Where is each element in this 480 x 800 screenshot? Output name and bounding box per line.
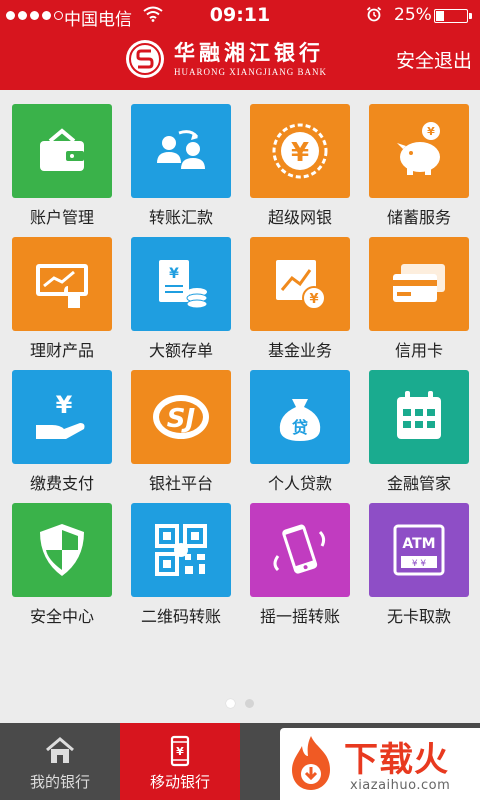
tile-label: 摇一摇转账	[259, 607, 340, 626]
service-tile[interactable]: 账户管理	[12, 104, 112, 227]
service-tile[interactable]: ¥ 大额存单	[131, 237, 231, 360]
svg-text:¥: ¥	[176, 745, 184, 758]
svg-text:贷: 贷	[292, 418, 308, 437]
tab-label: 我的银行	[29, 773, 90, 791]
tile-icon-box	[250, 503, 350, 597]
home-icon	[46, 737, 74, 763]
alarm-icon	[366, 6, 382, 22]
atm-icon: ATM ¥ ¥	[393, 524, 445, 576]
bank-name-en: HUARONG XIANGJIANG BANK	[174, 66, 327, 77]
page-dot[interactable]	[226, 699, 235, 708]
chart-board-icon	[36, 264, 88, 308]
tile-label: 缴费支付	[29, 474, 94, 493]
svg-text:¥: ¥	[309, 292, 318, 307]
service-tile[interactable]: ¥ 储蓄服务	[369, 104, 469, 227]
payment-hand-icon: ¥	[36, 391, 85, 439]
tile-label: 账户管理	[29, 208, 94, 227]
page-dot[interactable]	[245, 699, 254, 708]
tile-icon-box	[369, 370, 469, 464]
service-tile[interactable]: 信用卡	[369, 237, 469, 360]
tile-icon-box	[12, 237, 112, 331]
battery-percent: 25%	[394, 5, 432, 25]
fund-chart-icon: ¥	[276, 260, 326, 310]
tile-label: 储蓄服务	[386, 208, 451, 227]
service-tile[interactable]: 二维码转账	[131, 503, 231, 626]
mobile-yuan-icon: ¥	[170, 735, 190, 767]
tile-icon-box	[12, 503, 112, 597]
service-tile[interactable]: ¥ 超级网银	[250, 104, 350, 227]
svg-text:¥: ¥	[427, 125, 435, 138]
svg-text:¥: ¥	[56, 391, 73, 419]
deposit-certificate-icon: ¥	[159, 260, 208, 309]
tile-label: 理财产品	[29, 341, 94, 360]
shake-phone-icon	[273, 524, 326, 574]
tile-icon-box: ¥	[369, 104, 469, 198]
battery-icon	[434, 9, 472, 23]
service-tile[interactable]: ¥ 缴费支付	[12, 370, 112, 493]
shield-icon	[40, 524, 84, 576]
tile-icon-box: ATM ¥ ¥	[369, 503, 469, 597]
tile-label: 转账汇款	[148, 208, 213, 227]
piggy-bank-icon: ¥	[397, 122, 440, 175]
tile-icon-box: 贷	[250, 370, 350, 464]
qr-code-icon	[155, 524, 207, 576]
tile-icon-box	[369, 237, 469, 331]
svg-text:ATM: ATM	[402, 536, 435, 552]
tile-icon-box	[12, 104, 112, 198]
tile-icon-box: SJ	[131, 370, 231, 464]
svg-text:¥ ¥: ¥ ¥	[412, 559, 427, 569]
service-tile[interactable]: 摇一摇转账	[250, 503, 350, 626]
tab-label: 移动银行	[149, 773, 210, 791]
tile-icon-box: ¥	[12, 370, 112, 464]
bank-logo: 华融湘江银行 HUARONG XIANGJIANG BANK	[124, 38, 327, 80]
service-tile[interactable]: 理财产品	[12, 237, 112, 360]
svg-text:SJ: SJ	[167, 404, 196, 434]
credit-card-icon	[393, 264, 445, 302]
tile-label: 基金业务	[267, 341, 332, 360]
yinshe-logo-icon: SJ	[153, 395, 209, 439]
service-tile[interactable]: 安全中心	[12, 503, 112, 626]
service-tile[interactable]: ATM ¥ ¥ 无卡取款	[369, 503, 469, 626]
tile-label: 大额存单	[148, 341, 213, 360]
tile-label: 银社平台	[148, 474, 213, 493]
service-tile[interactable]: SJ 银社平台	[131, 370, 231, 493]
logout-button[interactable]: 安全退出	[396, 46, 472, 73]
bank-logo-icon	[126, 40, 164, 78]
watermark-url: xiazaihuo.com	[350, 778, 451, 793]
transfer-icon	[157, 130, 205, 169]
tile-label: 二维码转账	[140, 607, 221, 626]
service-tile[interactable]: 金融管家	[369, 370, 469, 493]
svg-text:¥: ¥	[291, 138, 309, 168]
status-bar: 中国电信 09:11 25%	[0, 0, 480, 30]
tile-label: 金融管家	[386, 474, 451, 493]
watermark: 下载火 xiazaihuo.com	[280, 728, 480, 800]
tile-icon-box	[131, 503, 231, 597]
tile-icon-box	[131, 104, 231, 198]
flame-logo-icon	[292, 736, 330, 790]
svg-text:¥: ¥	[169, 266, 179, 282]
tile-label: 超级网银	[267, 208, 332, 227]
yuan-coin-icon: ¥	[272, 123, 328, 179]
loan-bag-icon: 贷	[279, 399, 321, 441]
app-header: 华融湘江银行 HUARONG XIANGJIANG BANK 安全退出	[0, 30, 480, 90]
service-tile[interactable]: 贷个人贷款	[250, 370, 350, 493]
service-tile[interactable]: ¥ 基金业务	[250, 237, 350, 360]
tile-label: 无卡取款	[386, 607, 451, 626]
tile-label: 安全中心	[29, 607, 94, 626]
page-indicator	[0, 699, 480, 708]
tab-mobile-bank[interactable]: ¥ 移动银行	[120, 723, 240, 800]
service-tile[interactable]: 转账汇款	[131, 104, 231, 227]
calendar-icon	[397, 391, 441, 439]
tile-label: 个人贷款	[267, 474, 332, 493]
tile-icon-box: ¥	[250, 237, 350, 331]
tile-icon-box: ¥	[250, 104, 350, 198]
tab-my-bank[interactable]: 我的银行	[0, 723, 120, 800]
bank-name-cn: 华融湘江银行	[174, 40, 324, 65]
tile-label: 信用卡	[394, 341, 443, 360]
wallet-icon	[40, 128, 84, 171]
tile-icon-box: ¥	[131, 237, 231, 331]
watermark-text: 下载火	[344, 740, 449, 780]
